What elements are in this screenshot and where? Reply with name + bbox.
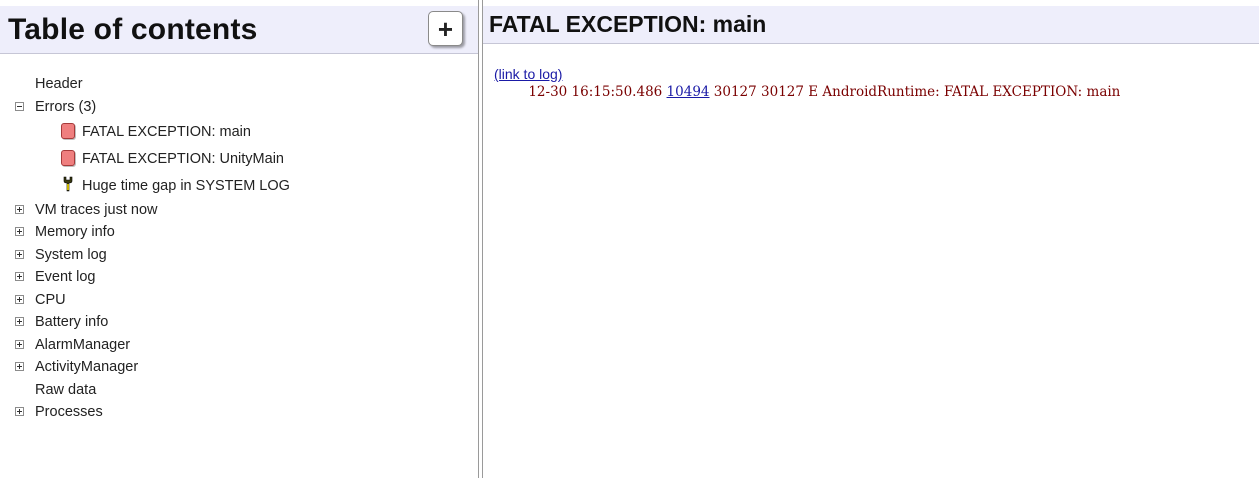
wrench-icon [63, 176, 73, 192]
toc-item-label[interactable]: AlarmManager [35, 334, 130, 356]
log-message: 30127 30127 E AndroidRuntime: FATAL EXCE… [709, 84, 1121, 100]
toc-item-label[interactable]: Header [35, 73, 83, 95]
toc-item-label[interactable]: Errors (3) [35, 96, 96, 118]
expand-icon[interactable] [15, 340, 24, 349]
add-button[interactable]: + [428, 11, 463, 46]
expand-icon[interactable] [15, 317, 24, 326]
expand-icon[interactable] [15, 272, 24, 281]
toc-item-label[interactable]: Battery info [35, 311, 108, 333]
toc-item-label[interactable]: Processes [35, 401, 103, 423]
expand-icon[interactable] [15, 205, 24, 214]
expand-icon[interactable] [15, 227, 24, 236]
log-pid-link[interactable]: 10494 [667, 84, 710, 100]
expand-icon[interactable] [15, 295, 24, 304]
toc-item-label[interactable]: Huge time gap in SYSTEM LOG [82, 175, 290, 197]
toc-header: Table of contents + [0, 6, 478, 54]
log-line: 12-30 16:15:50.486 10494 30127 30127 E A… [494, 84, 1120, 100]
log-timestamp: 12-30 16:15:50.486 [528, 84, 667, 100]
toc-item-label[interactable]: CPU [35, 289, 66, 311]
detail-title: FATAL EXCEPTION: main [489, 11, 767, 37]
toc-item-label[interactable]: FATAL EXCEPTION: main [82, 121, 251, 143]
log-indent [494, 84, 528, 100]
expand-icon[interactable] [15, 250, 24, 259]
toc-item-label[interactable]: Raw data [35, 379, 96, 401]
expand-icon[interactable] [15, 362, 24, 371]
toc-item-label[interactable]: VM traces just now [35, 199, 158, 221]
toc-title: Table of contents [8, 13, 258, 46]
error-icon [61, 150, 75, 166]
toc-item-label[interactable]: ActivityManager [35, 356, 138, 378]
error-icon [61, 123, 75, 139]
detail-header: FATAL EXCEPTION: main [483, 6, 1259, 44]
toc-item-label[interactable]: System log [35, 244, 107, 266]
collapse-icon[interactable] [15, 102, 24, 111]
toc-item-label[interactable]: Memory info [35, 221, 115, 243]
link-to-log[interactable]: (link to log) [494, 66, 562, 82]
toc-item-label[interactable]: FATAL EXCEPTION: UnityMain [82, 148, 284, 170]
toc-item-label[interactable]: Event log [35, 266, 95, 288]
toc-pane: Table of contents + Header Errors (3) FA… [0, 0, 478, 478]
expand-icon[interactable] [15, 407, 24, 416]
detail-pane: FATAL EXCEPTION: main (link to log) 12-3… [483, 0, 1259, 478]
